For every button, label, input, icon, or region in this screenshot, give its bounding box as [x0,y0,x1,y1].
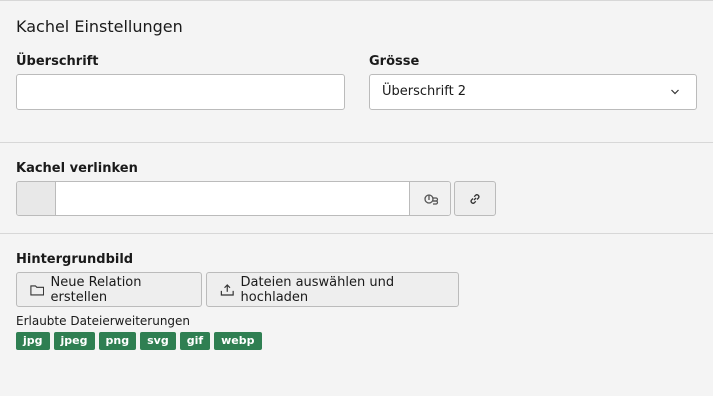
extension-badge: gif [179,332,211,350]
link-icon [470,193,480,204]
link-wizard-icon [423,193,438,205]
folder-icon [30,284,45,296]
upload-icon [220,283,234,296]
background-label: Hintergrundbild [16,252,134,267]
heading-label: Überschrift [16,54,99,69]
section-divider [0,142,713,143]
new-relation-button[interactable]: Neue Relation erstellen [16,272,202,307]
extension-badge: png [98,332,137,350]
link-input[interactable] [56,182,409,215]
new-relation-label: Neue Relation erstellen [50,274,142,305]
extension-badge: jpg [16,332,50,350]
link-input-group [16,181,451,216]
extension-badge: webp [214,332,262,350]
extension-badge: jpeg [53,332,95,350]
top-divider [0,0,713,1]
size-select-value: Überschrift 2 [382,84,467,99]
section-divider [0,233,713,234]
link-wizard-button[interactable] [409,182,450,215]
link-type-addon [17,182,56,215]
extension-badges: jpg jpeg png svg gif webp [16,332,262,350]
size-select[interactable]: Überschrift 2 [369,74,697,110]
link-label: Kachel verlinken [16,161,138,176]
upload-label: Dateien auswählen und hochladen [240,274,395,305]
chevron-down-icon [671,89,679,95]
extension-badge: svg [140,332,176,350]
allowed-extensions-label: Erlaubte Dateierweiterungen [16,314,191,328]
upload-button[interactable]: Dateien auswählen und hochladen [206,272,459,307]
heading-input[interactable] [16,74,345,110]
link-button[interactable] [454,181,496,216]
size-label: Grösse [369,54,420,69]
section-title: Kachel Einstellungen [16,17,183,36]
